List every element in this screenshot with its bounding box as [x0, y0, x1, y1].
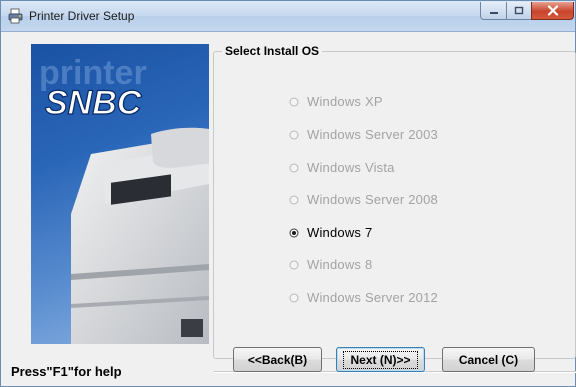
banner-artwork: printer SNBC: [39, 54, 209, 344]
banner-image: printer SNBC: [31, 44, 209, 344]
back-button[interactable]: <<Back(B): [233, 347, 322, 372]
help-text: Press"F1"for help: [11, 364, 122, 379]
cancel-button[interactable]: Cancel (C): [442, 347, 535, 372]
radio-windows-server-2003[interactable]: Windows Server 2003: [289, 127, 438, 142]
radio-unchecked-icon: [289, 195, 299, 204]
minimize-icon: [489, 11, 498, 14]
option-label: Windows 7: [307, 225, 373, 240]
radio-windows-xp[interactable]: Windows XP: [289, 94, 383, 109]
client-area: printer SNBC Select Install OS Windows X…: [7, 32, 576, 382]
option-label: Windows Vista: [307, 160, 395, 175]
option-label: Windows 8: [307, 257, 373, 272]
radio-unchecked-icon: [289, 130, 299, 139]
setup-window: Printer Driver Setup printer SNBC Select…: [0, 0, 576, 387]
option-label: Windows Server 2008: [307, 192, 438, 207]
maximize-button[interactable]: [506, 2, 532, 20]
window-title: Printer Driver Setup: [29, 9, 135, 23]
radio-unchecked-icon: [289, 163, 299, 172]
close-button[interactable]: [531, 2, 574, 20]
option-label: Windows Server 2003: [307, 127, 438, 142]
radio-unchecked-icon: [289, 260, 299, 269]
close-icon: [547, 5, 558, 16]
radio-windows-server-2012[interactable]: Windows Server 2012: [289, 290, 438, 305]
printer-setup-icon: [8, 8, 23, 24]
radio-windows-8[interactable]: Windows 8: [289, 257, 372, 272]
brand-logo: SNBC: [45, 84, 142, 122]
radio-windows-vista[interactable]: Windows Vista: [289, 160, 395, 175]
option-label: Windows XP: [307, 94, 383, 109]
cancel-button-label: Cancel (C): [458, 352, 519, 367]
back-button-label: <<Back(B): [247, 352, 308, 367]
radio-windows-server-2008[interactable]: Windows Server 2008: [289, 192, 438, 207]
radio-unchecked-icon: [289, 97, 299, 106]
radio-checked-icon: [289, 228, 299, 237]
minimize-button[interactable]: [480, 2, 507, 20]
title-bar[interactable]: Printer Driver Setup: [1, 1, 575, 32]
next-button-label: Next (N)>>: [343, 350, 418, 369]
option-label: Windows Server 2012: [307, 290, 438, 305]
next-button[interactable]: Next (N)>>: [336, 347, 425, 372]
radio-windows-7[interactable]: Windows 7: [289, 225, 372, 240]
radio-unchecked-icon: [289, 293, 299, 302]
maximize-icon: [514, 6, 524, 15]
group-title: Select Install OS: [222, 44, 323, 58]
